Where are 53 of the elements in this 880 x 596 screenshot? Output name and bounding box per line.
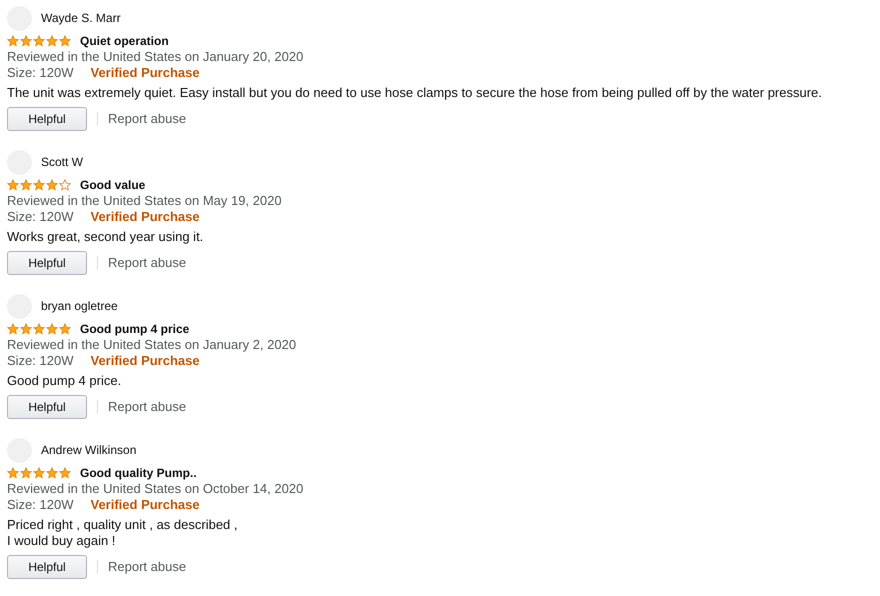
verified-purchase: Verified Purchase [90, 65, 200, 81]
helpful-button[interactable]: Helpful [7, 251, 87, 275]
star-icon [20, 179, 32, 191]
reviewer-name: Andrew Wilkinson [41, 442, 136, 459]
star-icon [33, 179, 45, 191]
review-date: Reviewed in the United States on October 14, 2020 [7, 481, 304, 497]
size-label: Size: 120W [7, 353, 74, 369]
star-icon [7, 323, 19, 335]
review-text: Works great, second year using it. [7, 229, 204, 245]
star-icon [20, 467, 32, 479]
star-icon [20, 323, 32, 335]
review-text: The unit was extremely quiet. Easy install but you do need to use hose clamps to secure the hose from being pulled off by the water pressure. [7, 85, 823, 101]
review-text: Good pump 4 price. [7, 373, 122, 389]
verified-purchase: Verified Purchase [90, 497, 200, 513]
helpful-button[interactable]: Helpful [7, 107, 87, 131]
report-abuse-link[interactable]: Report abuse [108, 397, 186, 417]
report-abuse-link[interactable]: Report abuse [108, 557, 186, 577]
review-date: Reviewed in the United States on January 2, 2020 [7, 337, 298, 353]
star-icon [7, 179, 19, 191]
review-text: Priced right , quality unit , as described , [7, 517, 239, 533]
star-icon [59, 323, 71, 335]
report-abuse-link[interactable]: Report abuse [108, 109, 186, 129]
star-icon [46, 467, 58, 479]
star-icon [59, 179, 71, 191]
star-icon [7, 35, 19, 47]
review-title: Good pump 4 price [80, 321, 190, 338]
report-abuse-link[interactable]: Report abuse [108, 253, 186, 273]
review-text: I would buy again ! [7, 533, 116, 549]
review-title: Quiet operation [80, 33, 169, 50]
star-icon [46, 179, 58, 191]
star-icon [46, 35, 58, 47]
size-label: Size: 120W [7, 209, 74, 225]
helpful-button[interactable]: Helpful [7, 395, 87, 419]
reviewer-name: Scott W [41, 154, 84, 171]
star-icon [33, 35, 45, 47]
verified-purchase: Verified Purchase [90, 353, 200, 369]
star-icon [59, 467, 71, 479]
star-icon [7, 467, 19, 479]
star-icon [59, 35, 71, 47]
star-icon [46, 323, 58, 335]
helpful-button[interactable]: Helpful [7, 555, 87, 579]
star-icon [20, 35, 32, 47]
review-date: Reviewed in the United States on May 19, 2020 [7, 193, 283, 209]
review-title: Good value [80, 177, 146, 194]
size-label: Size: 120W [7, 497, 74, 513]
size-label: Size: 120W [7, 65, 74, 81]
verified-purchase: Verified Purchase [90, 209, 200, 225]
reviewer-name: bryan ogletree [41, 298, 118, 315]
star-icon [33, 467, 45, 479]
review-title: Good quality Pump.. [80, 465, 197, 482]
star-icon [33, 323, 45, 335]
review-date: Reviewed in the United States on January 20, 2020 [7, 49, 304, 65]
reviewer-name: Wayde S. Marr [41, 10, 121, 27]
